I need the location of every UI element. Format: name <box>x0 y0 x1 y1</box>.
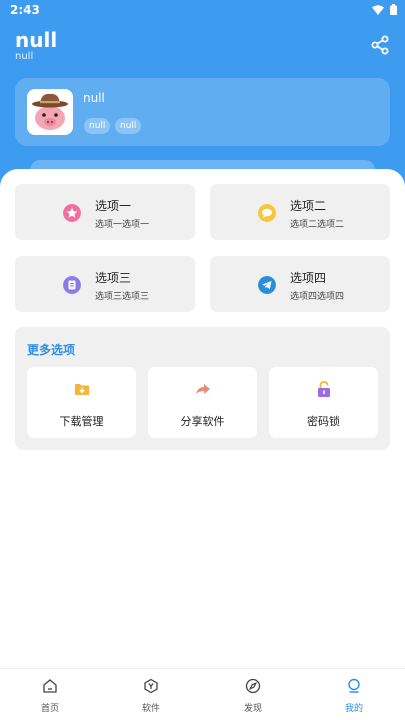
chat-bubble-icon <box>258 204 276 222</box>
profile-tag: null <box>115 118 142 134</box>
bottom-navigation: 首页 软件 发现 我的 <box>0 668 405 720</box>
battery-icon <box>390 4 397 15</box>
wifi-icon <box>372 4 384 15</box>
share-button[interactable] <box>368 33 392 57</box>
option-four-card[interactable]: 选项四 选项四选项四 <box>210 256 390 312</box>
document-icon <box>63 276 81 294</box>
nav-label: 软件 <box>141 704 160 714</box>
telegram-icon <box>258 276 276 294</box>
compass-icon <box>245 678 261 694</box>
option-title: 选项三 <box>95 271 132 285</box>
share-arrow-icon <box>196 384 210 394</box>
page-subtitle: null <box>15 51 34 62</box>
option-title: 选项二 <box>290 199 327 213</box>
more-options-panel: 更多选项 下载管理 分享软件 密码锁 <box>15 327 390 450</box>
option-three-card[interactable]: 选项三 选项三选项三 <box>15 256 195 312</box>
avatar[interactable] <box>27 89 73 135</box>
more-options-title: 更多选项 <box>27 343 76 357</box>
profile-card[interactable]: null null null <box>15 78 390 146</box>
lock-icon <box>318 381 330 397</box>
tile-label: 下载管理 <box>59 415 104 428</box>
software-icon <box>144 678 158 694</box>
star-icon <box>63 204 81 222</box>
option-subtitle: 选项二选项二 <box>290 220 345 230</box>
nav-software[interactable]: 软件 <box>121 678 181 714</box>
option-title: 选项一 <box>95 199 132 213</box>
nav-discover[interactable]: 发现 <box>223 678 283 714</box>
nav-label: 我的 <box>344 704 363 714</box>
profile-icon <box>348 678 360 693</box>
folder-download-icon <box>75 384 89 395</box>
option-one-card[interactable]: 选项一 选项一选项一 <box>15 184 195 240</box>
tile-label: 密码锁 <box>307 415 340 428</box>
status-time: 2:43 <box>10 3 40 17</box>
option-title: 选项四 <box>290 271 327 285</box>
nav-label: 发现 <box>243 704 262 714</box>
option-two-card[interactable]: 选项二 选项二选项二 <box>210 184 390 240</box>
share-software-button[interactable]: 分享软件 <box>148 367 257 438</box>
tile-label: 分享软件 <box>180 415 225 428</box>
nav-profile[interactable]: 我的 <box>324 678 384 714</box>
profile-name: null <box>83 91 105 105</box>
option-subtitle: 选项一选项一 <box>95 220 150 230</box>
profile-tag: null <box>84 118 111 134</box>
pig-cowboy-avatar-icon <box>32 93 68 130</box>
download-manager-button[interactable]: 下载管理 <box>27 367 136 438</box>
home-icon <box>43 679 57 693</box>
status-icons <box>372 4 397 15</box>
share-icon <box>371 35 389 55</box>
option-subtitle: 选项四选项四 <box>290 292 345 302</box>
nav-home[interactable]: 首页 <box>20 678 80 714</box>
option-subtitle: 选项三选项三 <box>95 292 150 302</box>
status-bar: 2:43 <box>0 0 405 20</box>
nav-label: 首页 <box>40 704 59 714</box>
page-title: null <box>15 28 58 52</box>
password-lock-button[interactable]: 密码锁 <box>269 367 378 438</box>
